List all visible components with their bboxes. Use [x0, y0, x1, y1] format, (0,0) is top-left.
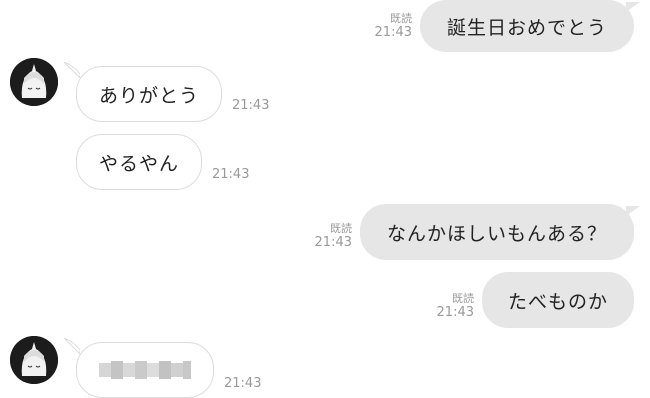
message-text: やるやん — [98, 152, 179, 175]
message-time: 21:43 — [212, 167, 250, 182]
avatar-image — [10, 58, 58, 106]
message-time: 21:43 — [232, 98, 270, 113]
read-receipt: 既読 — [390, 12, 412, 25]
chat-view: 既読 21:43 誕生日おめでとう ありがとう 21:43 やるやん 21:43… — [0, 0, 650, 398]
bubble-tail — [626, 206, 640, 216]
avatar-image — [10, 336, 58, 384]
message-meta: 既読 21:43 — [360, 12, 412, 40]
message-bubble-outgoing[interactable]: 誕生日おめでとう — [420, 0, 634, 52]
message-text: たべものか — [507, 290, 608, 313]
message-text: なんかほしいもんある？ — [386, 222, 607, 245]
message-time: 21:43 — [314, 235, 352, 250]
message-text: 誕生日おめでとう — [446, 16, 607, 39]
bubble-tail — [64, 62, 80, 78]
message-time: 21:43 — [436, 305, 474, 320]
blurred-text — [99, 359, 191, 381]
message-meta: 既読 21:43 — [420, 292, 474, 320]
read-receipt: 既読 — [330, 222, 352, 235]
message-text: ありがとう — [98, 84, 199, 107]
message-time: 21:43 — [374, 25, 412, 40]
read-receipt: 既読 — [452, 292, 474, 305]
message-time: 21:43 — [224, 376, 262, 391]
bubble-tail — [626, 2, 640, 12]
message-bubble-incoming[interactable]: やるやん — [76, 134, 202, 190]
message-bubble-incoming[interactable]: ありがとう — [76, 66, 222, 122]
message-meta: 既読 21:43 — [298, 222, 352, 250]
message-bubble-incoming[interactable] — [76, 342, 214, 398]
avatar[interactable] — [10, 336, 58, 384]
message-bubble-outgoing[interactable]: たべものか — [482, 272, 634, 328]
bubble-tail — [64, 338, 80, 354]
message-bubble-outgoing[interactable]: なんかほしいもんある？ — [360, 204, 634, 260]
avatar[interactable] — [10, 58, 58, 106]
